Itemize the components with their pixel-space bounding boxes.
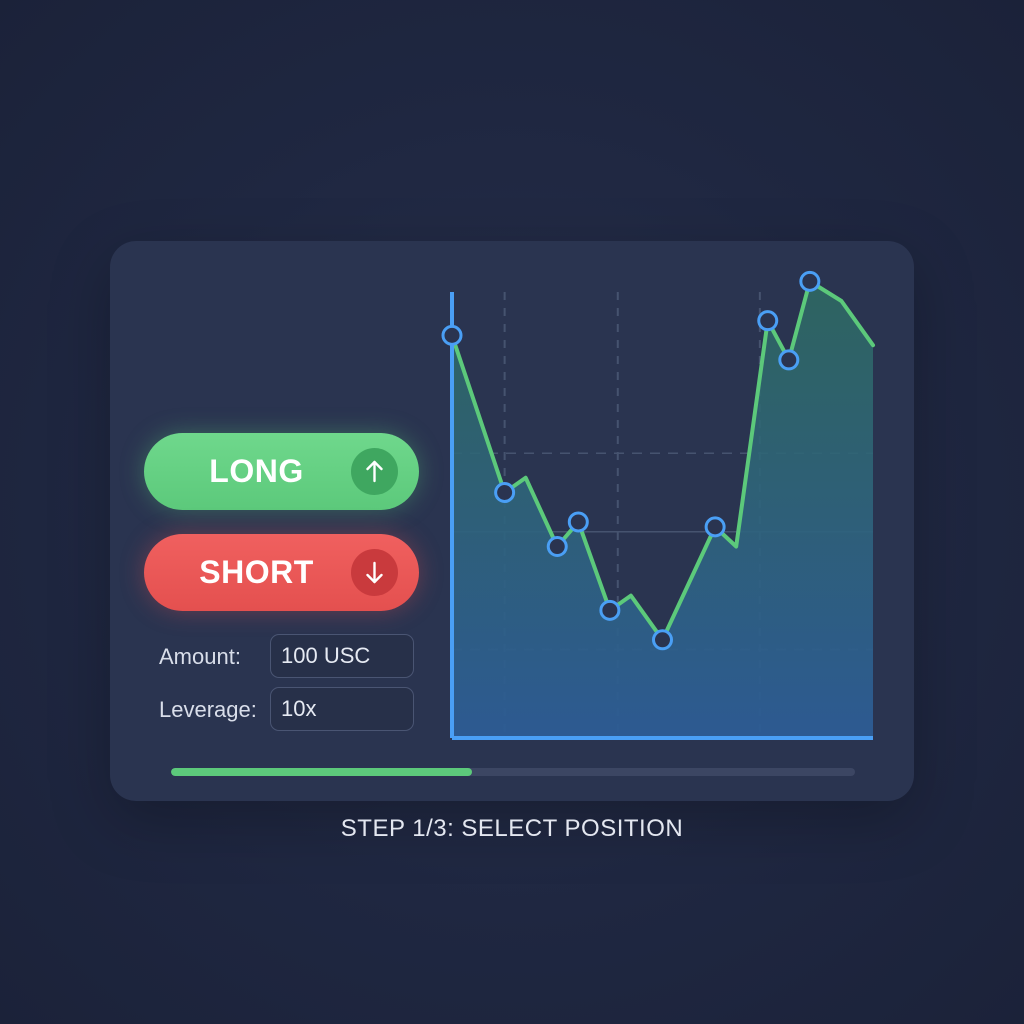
data-point <box>494 482 516 503</box>
arrow-up-icon <box>351 448 398 495</box>
step-caption: STEP 1/3: SELECT POSITION <box>340 815 684 842</box>
long-button-label: LONG <box>209 453 304 489</box>
data-point <box>704 516 726 538</box>
amount-label: Amount: <box>159 644 241 669</box>
data-point <box>441 324 463 346</box>
price-area <box>452 281 873 738</box>
short-button[interactable]: SHORT <box>144 534 419 611</box>
arrow-down-icon <box>351 549 398 596</box>
data-point <box>799 270 821 292</box>
data-point <box>778 349 800 371</box>
data-point <box>652 629 673 651</box>
data-point <box>567 511 589 533</box>
step-progress-bar <box>171 768 855 776</box>
long-button[interactable]: LONG <box>144 433 419 510</box>
amount-input[interactable]: 100 USC <box>270 634 414 678</box>
leverage-input[interactable]: 10x <box>270 687 414 731</box>
leverage-label: Leverage: <box>159 697 257 722</box>
data-point <box>546 536 568 558</box>
data-point <box>757 310 779 332</box>
data-point <box>599 599 621 621</box>
short-button-label: SHORT <box>199 554 314 590</box>
price-chart <box>441 270 875 740</box>
step-progress-fill <box>171 768 472 776</box>
